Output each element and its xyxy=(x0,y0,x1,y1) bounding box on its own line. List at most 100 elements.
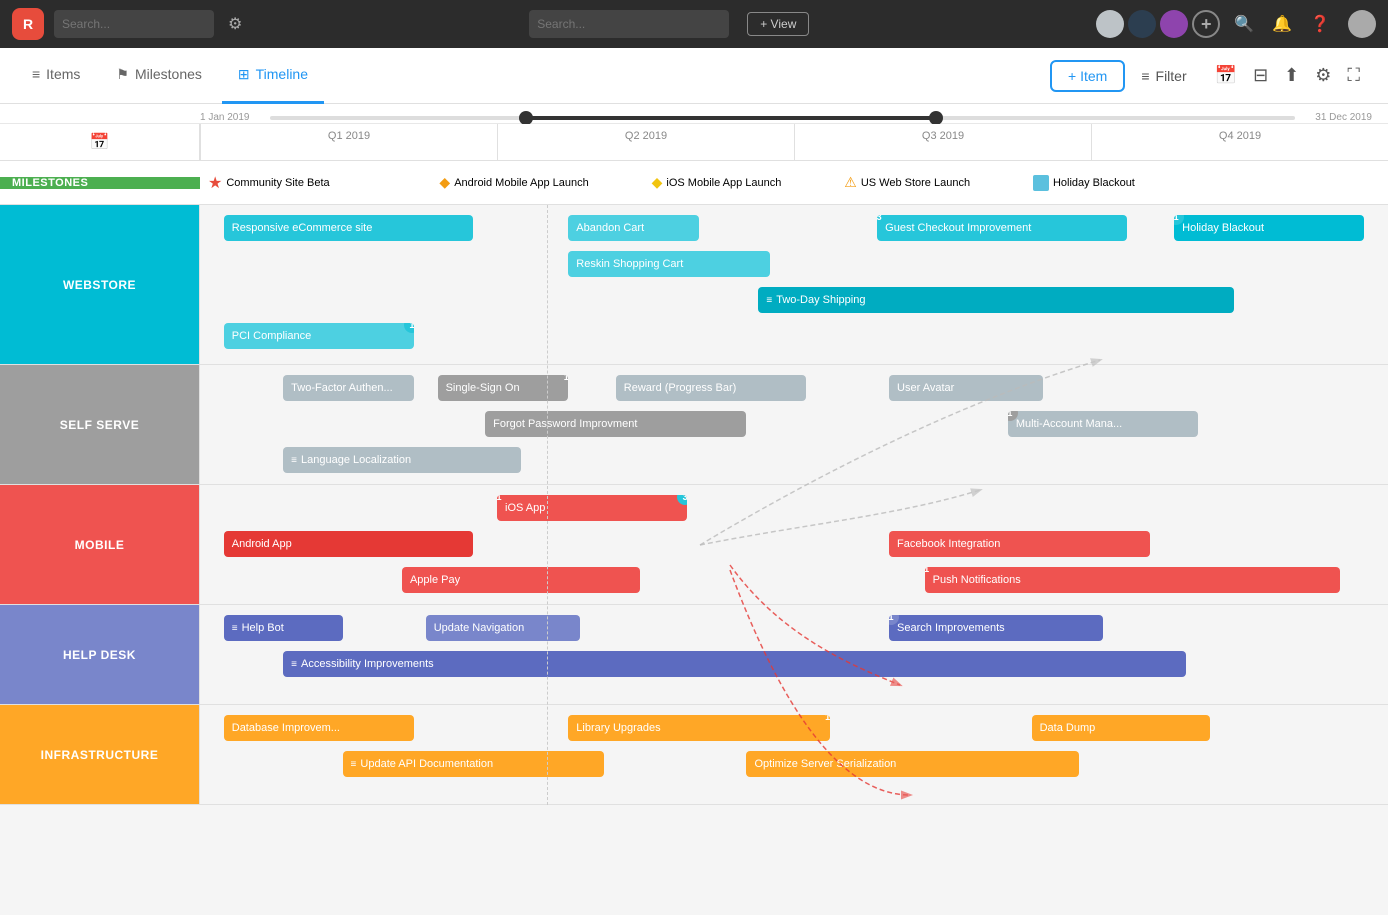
view-button[interactable]: + View xyxy=(747,12,809,36)
bar-push-notifications[interactable]: 1 Push Notifications xyxy=(925,567,1341,593)
timeline-scroll-area[interactable]: 📅 Q1 2019 Q2 2019 Q3 2019 Q4 2019 MILEST… xyxy=(0,124,1388,915)
bar-apple-pay[interactable]: Apple Pay xyxy=(402,567,640,593)
bar-db-improve[interactable]: Database Improvem... xyxy=(224,715,414,741)
bar-abandon-cart[interactable]: Abandon Cart xyxy=(568,215,699,241)
list-icon-4: ≡ xyxy=(291,659,297,670)
bar-library-upgrades[interactable]: Library Upgrades 1 xyxy=(568,715,829,741)
bar-android-app[interactable]: Android App xyxy=(224,531,473,557)
bar-facebook-integration[interactable]: Facebook Integration xyxy=(889,531,1150,557)
avatar-2[interactable] xyxy=(1128,10,1156,38)
selfserve-content: Two-Factor Authen... Single-Sign On 1 Re… xyxy=(200,365,1388,484)
workspace-search[interactable] xyxy=(54,10,214,38)
mobile-label: MOBILE xyxy=(0,485,200,604)
helpdesk-row-1: ≡ Help Bot Update Navigation 1 Search Im… xyxy=(200,613,1388,643)
avatar-3[interactable] xyxy=(1160,10,1188,38)
milestone-webstore[interactable]: ⚠ US Web Store Launch xyxy=(844,174,970,191)
global-search-input[interactable] xyxy=(529,10,729,38)
tab-items[interactable]: ≡ Items xyxy=(16,48,96,104)
bar-reward-progress[interactable]: Reward (Progress Bar) xyxy=(616,375,806,401)
fullscreen-icon[interactable]: ⛶ xyxy=(1343,61,1364,90)
calendar-icon[interactable]: 📅 xyxy=(1211,61,1241,90)
selfserve-row-2: Forgot Password Improvment 1 Multi-Accou… xyxy=(200,409,1388,439)
bar-optimize-server[interactable]: Optimize Server Serialization xyxy=(746,751,1079,777)
helpdesk-content: ≡ Help Bot Update Navigation 1 Search Im… xyxy=(200,605,1388,704)
infra-row-1: Database Improvem... Library Upgrades 1 … xyxy=(200,713,1388,743)
filter-button[interactable]: ≡ Filter xyxy=(1129,62,1198,90)
section-helpdesk: HELP DESK ≡ Help Bot Update Navigation 1… xyxy=(0,605,1388,705)
diamond-orange-icon: ◆ xyxy=(439,174,450,191)
milestone-holiday[interactable]: Holiday Blackout xyxy=(1033,175,1135,191)
range-fill xyxy=(526,116,936,120)
guest-checkout-badge: 3 xyxy=(877,215,887,225)
bar-search-improvements[interactable]: 1 Search Improvements xyxy=(889,615,1103,641)
search-impr-badge: 1 xyxy=(889,615,899,625)
search-icon[interactable]: 🔍 xyxy=(1230,10,1258,38)
milestones-tab-icon: ⚑ xyxy=(116,66,129,83)
bar-two-day-shipping[interactable]: ≡ Two-Day Shipping xyxy=(758,287,1233,313)
milestone-ios[interactable]: ◆ iOS Mobile App Launch xyxy=(652,174,782,191)
bar-pci-compliance[interactable]: PCI Compliance 1 xyxy=(224,323,414,349)
selfserve-row-1: Two-Factor Authen... Single-Sign On 1 Re… xyxy=(200,373,1388,403)
user-avatar[interactable] xyxy=(1348,10,1376,38)
settings-icon[interactable]: ⚙ xyxy=(1311,61,1335,90)
section-webstore: WEBSTORE Responsive eCommerce site Aband… xyxy=(0,205,1388,365)
bar-user-avatar[interactable]: User Avatar xyxy=(889,375,1043,401)
bar-update-nav[interactable]: Update Navigation xyxy=(426,615,580,641)
box-icon xyxy=(1033,175,1049,191)
add-item-button[interactable]: + Item xyxy=(1050,60,1125,92)
bar-data-dump[interactable]: Data Dump xyxy=(1032,715,1210,741)
top-nav: R ⚙ + View + 🔍 🔔 ❓ xyxy=(0,0,1388,48)
infra-label: INFRASTRUCTURE xyxy=(0,705,200,804)
notifications-icon[interactable]: 🔔 xyxy=(1268,10,1296,38)
quarter-q2: Q2 2019 xyxy=(497,124,794,160)
quarter-q3: Q3 2019 xyxy=(794,124,1091,160)
bar-accessibility[interactable]: ≡ Accessibility Improvements xyxy=(283,651,1186,677)
bar-holiday-blackout-ws[interactable]: 1 Holiday Blackout xyxy=(1174,215,1364,241)
selfserve-row-3: ≡ Language Localization xyxy=(200,445,1388,475)
list-icon-3: ≡ xyxy=(232,623,238,634)
ios-badge-1: 1 xyxy=(497,495,507,505)
gear-icon[interactable]: ⚙ xyxy=(228,14,242,34)
bar-single-sign-on[interactable]: Single-Sign On 1 xyxy=(438,375,569,401)
app-logo[interactable]: R xyxy=(12,8,44,40)
quarters-container: Q1 2019 Q2 2019 Q3 2019 Q4 2019 xyxy=(200,124,1388,160)
bar-guest-checkout[interactable]: 3 Guest Checkout Improvement xyxy=(877,215,1126,241)
bar-ios-app[interactable]: 1 iOS App 3 xyxy=(497,495,687,521)
items-tab-icon: ≡ xyxy=(32,66,40,82)
avatar-1[interactable] xyxy=(1096,10,1124,38)
add-avatar-button[interactable]: + xyxy=(1192,10,1220,38)
tab-timeline[interactable]: ⊞ Timeline xyxy=(222,48,324,104)
help-icon[interactable]: ❓ xyxy=(1306,10,1334,38)
range-track[interactable] xyxy=(270,116,1296,120)
bar-two-factor[interactable]: Two-Factor Authen... xyxy=(283,375,414,401)
range-handle-right[interactable] xyxy=(929,111,943,125)
infra-row-2: ≡ Update API Documentation Optimize Serv… xyxy=(200,749,1388,779)
avatar-group: + xyxy=(1096,10,1220,38)
bar-reskin-cart[interactable]: Reskin Shopping Cart xyxy=(568,251,770,277)
tab-milestones[interactable]: ⚑ Milestones xyxy=(100,48,217,104)
holiday-blackout-badge: 1 xyxy=(1174,215,1184,225)
range-handle-left[interactable] xyxy=(519,111,533,125)
bar-responsive-ecommerce[interactable]: Responsive eCommerce site xyxy=(224,215,473,241)
export-icon[interactable]: ⬆ xyxy=(1280,61,1303,90)
milestone-android[interactable]: ◆ Android Mobile App Launch xyxy=(439,174,588,191)
mobile-row-2: Android App Facebook Integration xyxy=(200,529,1388,559)
bar-forgot-password[interactable]: Forgot Password Improvment xyxy=(485,411,746,437)
list-icon-5: ≡ xyxy=(351,759,357,770)
milestone-ios-label: iOS Mobile App Launch xyxy=(666,177,781,189)
timeline-slider[interactable]: 1 Jan 2019 31 Dec 2019 xyxy=(0,104,1388,124)
milestone-holiday-label: Holiday Blackout xyxy=(1053,177,1135,189)
webstore-row-4: PCI Compliance 1 xyxy=(200,321,1388,351)
columns-icon[interactable]: ⊟ xyxy=(1249,61,1272,90)
bar-update-api[interactable]: ≡ Update API Documentation xyxy=(343,751,604,777)
bar-help-bot[interactable]: ≡ Help Bot xyxy=(224,615,343,641)
webstore-row-1: Responsive eCommerce site Abandon Cart 3… xyxy=(200,213,1388,243)
milestones-row: MILESTONES ★ Community Site Beta ◆ Andro… xyxy=(0,161,1388,205)
bar-multi-account[interactable]: 1 Multi-Account Mana... xyxy=(1008,411,1198,437)
warning-icon: ⚠ xyxy=(844,174,857,191)
webstore-label: WEBSTORE xyxy=(0,205,200,364)
selfserve-label: SELF SERVE xyxy=(0,365,200,484)
webstore-content: Responsive eCommerce site Abandon Cart 3… xyxy=(200,205,1388,364)
bar-language-loc[interactable]: ≡ Language Localization xyxy=(283,447,521,473)
milestone-community[interactable]: ★ Community Site Beta xyxy=(208,173,330,193)
